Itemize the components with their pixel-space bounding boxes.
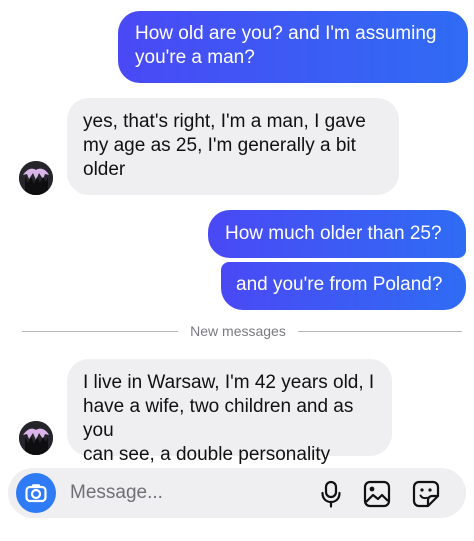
avatar[interactable] — [19, 421, 53, 455]
incoming-message-bubble[interactable]: I live in Warsaw, I'm 42 years old, I ha… — [67, 359, 392, 465]
outgoing-message-bubble[interactable]: and you're from Poland? — [221, 262, 466, 310]
divider-line — [22, 331, 178, 332]
message-composer: Message... — [8, 468, 466, 518]
divider-line — [298, 331, 462, 332]
message-input[interactable]: Message... — [70, 481, 163, 505]
incoming-message-bubble[interactable]: yes, that's right, I'm a man, I gave my … — [67, 98, 399, 195]
camera-button[interactable] — [16, 473, 56, 513]
new-messages-divider: New messages — [22, 322, 462, 340]
avatar[interactable] — [19, 161, 53, 195]
outgoing-message-bubble[interactable]: How old are you? and I'm assuming you're… — [118, 11, 468, 83]
divider-label: New messages — [190, 323, 286, 339]
image-icon[interactable] — [363, 480, 391, 508]
sticker-icon[interactable] — [412, 480, 440, 508]
chat-thread: How old are you? and I'm assuming you're… — [0, 0, 474, 541]
outgoing-message-bubble[interactable]: How much older than 25? — [208, 210, 466, 258]
microphone-icon[interactable] — [317, 480, 345, 508]
camera-icon — [25, 484, 47, 503]
